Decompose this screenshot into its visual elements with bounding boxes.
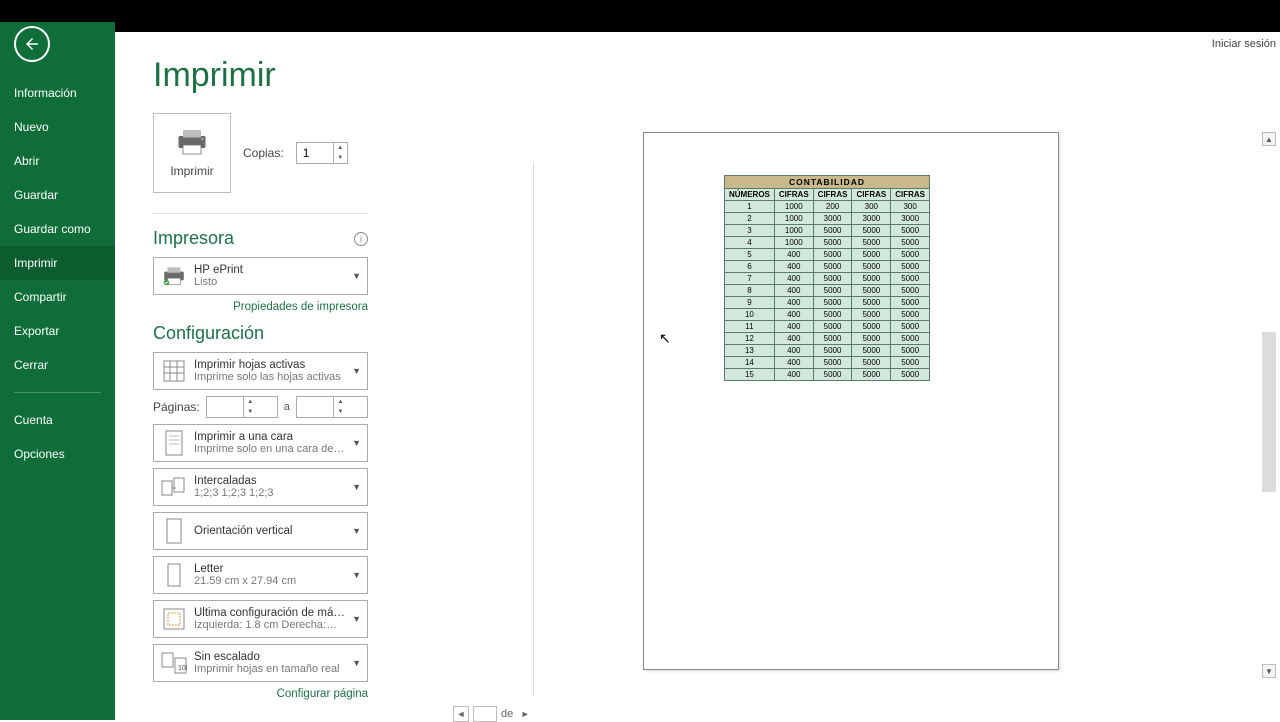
arrow-left-icon [23,35,41,53]
sidebar-item-save[interactable]: Guardar [0,178,115,212]
svg-text:100: 100 [178,665,187,672]
spinner-up-icon[interactable]: ▲ [244,397,257,407]
combo-line1: Intercaladas [194,475,348,487]
spinner-up-icon[interactable]: ▲ [334,397,347,407]
combo-line1: Imprimir hojas activas [194,359,348,371]
pages-sep: a [284,401,290,413]
printer-title-text: Impresora [153,228,234,249]
printer-name: HP ePrint [194,264,348,276]
printer-icon [174,128,210,156]
one-side-icon [160,429,188,457]
combo-line1: Sin escalado [194,651,348,663]
pages-range-row: Páginas: ▲▼ a ▲▼ [153,396,368,418]
scaling-icon: 100 [160,649,188,677]
page-title: Imprimir [153,56,395,95]
page-of-label: de [501,708,513,720]
pages-from-spinner[interactable]: ▲▼ [206,396,278,418]
chevron-down-icon: ▼ [352,438,361,448]
sidebar-separator [14,392,101,393]
combo-line1: Letter [194,563,348,575]
orientation-combo[interactable]: Orientación vertical ▼ [153,512,368,550]
sidebar-item-export[interactable]: Exportar [0,314,115,348]
sidebar-item-account[interactable]: Cuenta [0,403,115,437]
scaling-combo[interactable]: 100 Sin escalado Imprimir hojas en tamañ… [153,644,368,682]
combo-line2: Izquierda: 1.8 cm Derecha:… [194,619,348,631]
combo-line2: Imprime solo en una cara de… [194,443,348,455]
collated-icon [160,473,188,501]
portrait-icon [160,517,188,545]
sidebar-item-open[interactable]: Abrir [0,144,115,178]
paper-combo[interactable]: Letter 21.59 cm x 27.94 cm ▼ [153,556,368,594]
title-bar [0,0,1280,32]
divider [153,213,368,214]
spinner-up-icon[interactable]: ▲ [334,143,347,153]
preview-table: CONTABILIDADNÚMEROSCIFRASCIFRASCIFRASCIF… [724,175,930,381]
settings-panel: Imprimir Imprimir Copias: ▲▼ Impresora i… [115,32,415,720]
backstage-sidebar: Información Nuevo Abrir Guardar Guardar … [0,22,115,720]
sidebar-item-options[interactable]: Opciones [0,437,115,471]
page-setup-link[interactable]: Configurar página [153,688,368,700]
scroll-up-button[interactable]: ▲ [1262,132,1276,146]
combo-line1: Imprimir a una cara [194,431,348,443]
printer-section-title: Impresora i [153,228,368,249]
printer-properties-link[interactable]: Propiedades de impresora [153,301,368,313]
paper-icon [160,561,188,589]
printer-status: Listo [194,276,348,288]
back-button[interactable] [14,26,50,62]
combo-line2: Imprimir hojas en tamaño real [194,663,348,675]
pages-from-input[interactable] [207,400,243,414]
pages-to-spinner[interactable]: ▲▼ [296,396,368,418]
sheets-icon [160,357,188,385]
copies-input[interactable] [297,146,333,160]
one-side-combo[interactable]: Imprimir a una cara Imprime solo en una … [153,424,368,462]
main-area: Imprimir Imprimir Copias: ▲▼ Impresora i… [115,32,1280,720]
sidebar-item-print[interactable]: Imprimir [0,246,115,280]
combo-line1: Orientación vertical [194,525,348,537]
combo-line2: 1;2;3 1;2;3 1;2;3 [194,487,348,499]
what-to-print-combo[interactable]: Imprimir hojas activas Imprime solo las … [153,352,368,390]
margins-icon [160,605,188,633]
preview-page: CONTABILIDADNÚMEROSCIFRASCIFRASCIFRASCIF… [643,132,1059,670]
sidebar-item-share[interactable]: Compartir [0,280,115,314]
config-section-title: Configuración [153,323,368,344]
sidebar-item-close[interactable]: Cerrar [0,348,115,382]
printer-device-icon [160,262,188,290]
sidebar-item-new[interactable]: Nuevo [0,110,115,144]
sidebar-item-saveas[interactable]: Guardar como [0,212,115,246]
chevron-down-icon: ▼ [352,366,361,376]
scroll-down-button[interactable]: ▼ [1262,664,1276,678]
spinner-down-icon[interactable]: ▼ [334,153,347,163]
config-title-text: Configuración [153,323,264,344]
print-button[interactable]: Imprimir [153,113,231,193]
chevron-down-icon: ▼ [352,658,361,668]
chevron-down-icon: ▼ [352,526,361,536]
copies-label: Copias: [243,146,284,160]
chevron-down-icon: ▼ [352,614,361,624]
print-preview-area: CONTABILIDADNÚMEROSCIFRASCIFRASCIFRASCIF… [415,32,1280,720]
combo-line2: Imprime solo las hojas activas [194,371,348,383]
scroll-thumb[interactable] [1262,332,1276,492]
pages-label: Páginas: [153,400,200,414]
chevron-down-icon: ▼ [352,271,361,281]
margins-combo[interactable]: Última configuración de má… Izquierda: 1… [153,600,368,638]
info-icon[interactable]: i [354,232,368,246]
pages-to-input[interactable] [297,400,333,414]
spinner-down-icon[interactable]: ▼ [334,407,347,417]
combo-line2: 21.59 cm x 27.94 cm [194,575,348,587]
chevron-down-icon: ▼ [352,482,361,492]
collated-combo[interactable]: Intercaladas 1;2;3 1;2;3 1;2;3 ▼ [153,468,368,506]
sidebar-item-info[interactable]: Información [0,76,115,110]
combo-line1: Última configuración de má… [194,607,348,619]
printer-combo[interactable]: HP ePrint Listo ▼ [153,257,368,295]
copies-spinner[interactable]: ▲▼ [296,142,348,164]
chevron-down-icon: ▼ [352,570,361,580]
spinner-down-icon[interactable]: ▼ [244,407,257,417]
print-button-label: Imprimir [170,164,213,178]
